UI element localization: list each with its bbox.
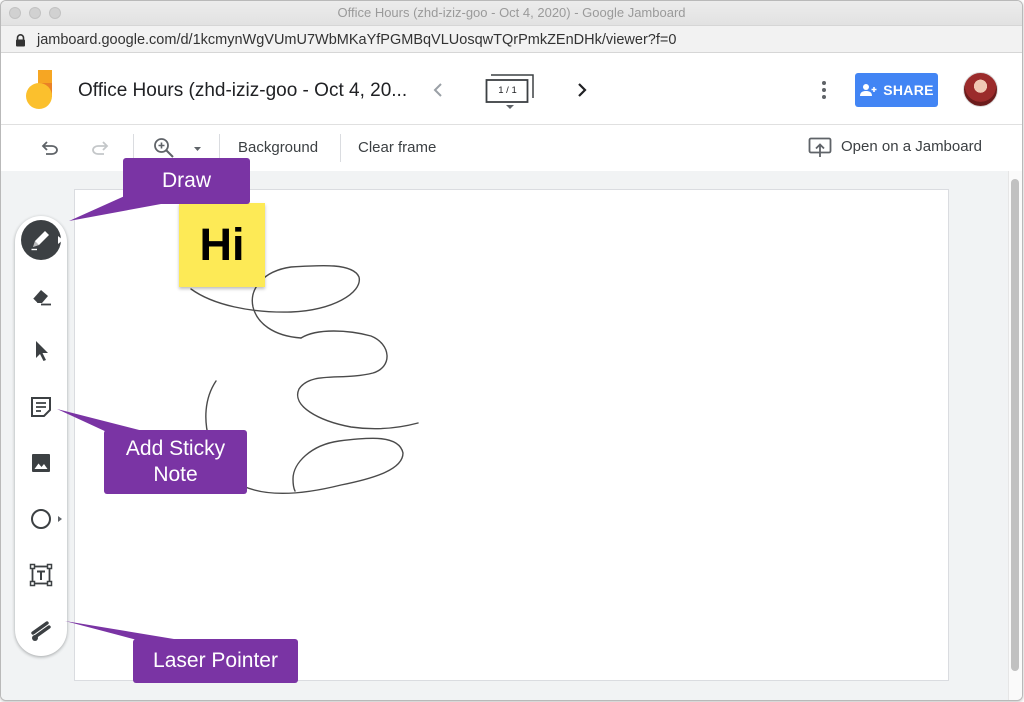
add-person-icon xyxy=(860,84,877,96)
laser-tool[interactable] xyxy=(21,611,61,651)
address-bar[interactable]: jamboard.google.com/d/1kcmynWgVUmU7WbMKa… xyxy=(1,25,1022,53)
image-tool[interactable] xyxy=(21,443,61,483)
text-box-icon xyxy=(29,563,53,587)
browser-window: Office Hours (zhd-iziz-goo - Oct 4, 2020… xyxy=(0,0,1023,701)
undo-icon[interactable] xyxy=(39,139,59,155)
zoom-window-button[interactable] xyxy=(49,7,61,19)
text-box-tool[interactable] xyxy=(21,555,61,595)
minimize-window-button[interactable] xyxy=(29,7,41,19)
laser-icon xyxy=(31,621,51,641)
sticky-note-tool[interactable] xyxy=(21,387,61,427)
next-frame-icon[interactable] xyxy=(575,82,589,98)
select-tool[interactable] xyxy=(21,331,61,371)
clear-frame-button[interactable]: Clear frame xyxy=(358,139,436,156)
user-avatar[interactable] xyxy=(963,72,998,107)
frame-bar-button[interactable]: 1 / 1 xyxy=(485,72,537,112)
lock-icon xyxy=(16,34,25,47)
frame-counter: 1 / 1 xyxy=(498,85,517,96)
draw-callout-label: Draw xyxy=(161,169,211,192)
pen-options-icon[interactable] xyxy=(58,236,63,244)
share-label: SHARE xyxy=(883,82,934,98)
app-header: Office Hours (zhd-iziz-goo - Oct 4, 20..… xyxy=(1,54,1022,125)
zoom-icon[interactable] xyxy=(153,137,175,159)
shape-options-icon[interactable] xyxy=(58,516,62,522)
eraser-tool[interactable] xyxy=(21,276,61,316)
url-text: jamboard.google.com/d/1kcmynWgVUmU7WbMKa… xyxy=(37,32,677,48)
pen-tool[interactable] xyxy=(21,220,63,260)
sticky-note-icon xyxy=(31,397,51,417)
tool-panel xyxy=(15,216,67,656)
previous-frame-icon[interactable] xyxy=(431,82,445,98)
laser-callout-label: Laser Pointer xyxy=(153,649,278,672)
window-title: Office Hours (zhd-iziz-goo - Oct 4, 2020… xyxy=(337,5,686,20)
scrollbar-thumb[interactable] xyxy=(1011,179,1019,671)
sticky-callout-line2: Note xyxy=(153,463,198,486)
zoom-dropdown-icon[interactable] xyxy=(193,146,202,152)
sticky-callout-line1: Add Sticky xyxy=(125,437,226,460)
sticky-note[interactable]: Hi xyxy=(179,203,265,287)
document-title[interactable]: Office Hours (zhd-iziz-goo - Oct 4, 20..… xyxy=(78,80,407,102)
eraser-icon xyxy=(32,290,51,306)
vertical-scrollbar[interactable] xyxy=(1008,171,1022,700)
cursor-icon xyxy=(36,341,48,361)
sticky-note-callout: Add Sticky Note xyxy=(104,430,247,494)
close-window-button[interactable] xyxy=(9,7,21,19)
cast-screen-icon[interactable] xyxy=(808,137,832,159)
pen-icon xyxy=(31,231,49,251)
title-bar: Office Hours (zhd-iziz-goo - Oct 4, 2020… xyxy=(1,1,1022,25)
jamboard-logo-icon xyxy=(26,70,52,109)
draw-callout: Draw xyxy=(123,158,250,204)
image-icon xyxy=(32,454,50,472)
redo-icon[interactable] xyxy=(91,139,111,155)
circle-icon xyxy=(31,509,51,529)
share-button[interactable]: SHARE xyxy=(855,73,938,107)
open-on-jamboard-button[interactable]: Open on a Jamboard xyxy=(841,138,982,155)
shape-tool[interactable] xyxy=(21,499,62,539)
background-button[interactable]: Background xyxy=(238,139,318,156)
more-options-icon[interactable] xyxy=(819,80,829,100)
laser-pointer-callout: Laser Pointer xyxy=(133,639,298,683)
toolbar-divider xyxy=(340,134,341,162)
